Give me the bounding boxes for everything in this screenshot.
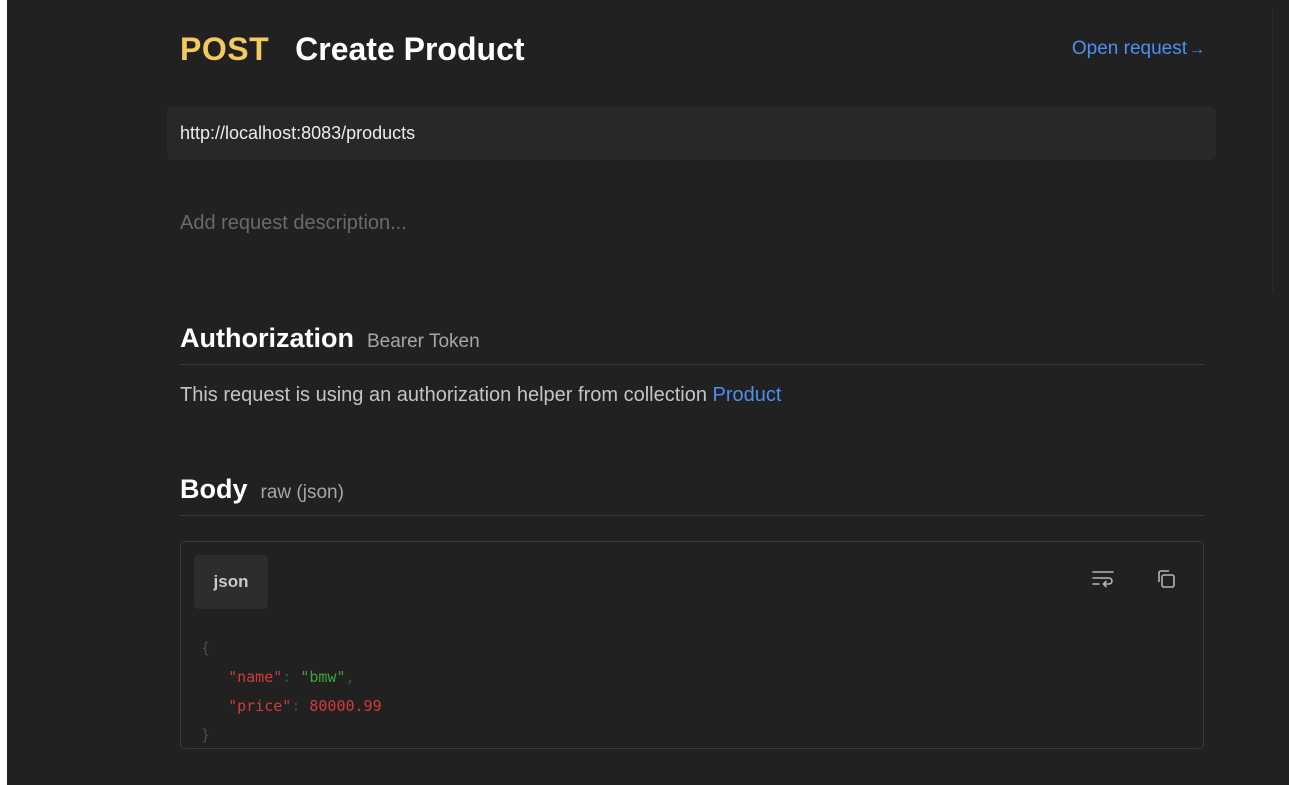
body-code-panel: json { "name": "bmw", "price": 80000.99 … (180, 541, 1204, 749)
request-url[interactable]: http://localhost:8083/products (167, 106, 1216, 160)
scroll-rail[interactable] (1272, 10, 1273, 292)
code-value-price: 80000.99 (309, 697, 382, 715)
request-method: POST (180, 30, 270, 67)
body-heading: Body (180, 474, 248, 504)
code-key-name: "name" (228, 668, 283, 686)
code-colon: : (291, 697, 310, 715)
body-mode: raw (json) (260, 482, 344, 503)
authorization-type: Bearer Token (366, 331, 480, 352)
code-value-name: "bmw" (300, 668, 346, 686)
wrap-lines-icon[interactable] (1090, 566, 1116, 592)
collection-link[interactable]: Product (713, 384, 782, 406)
arrow-right-icon: → (1189, 41, 1205, 58)
request-url-text: http://localhost:8083/products (180, 122, 416, 143)
language-badge: json (194, 555, 268, 609)
open-request-link[interactable]: Open request → (1072, 38, 1205, 60)
authorization-helper-text: This request is using an authorization h… (180, 384, 713, 406)
authorization-description: This request is using an authorization h… (180, 384, 781, 407)
code-key-price: "price" (228, 697, 292, 715)
authorization-section-header: Authorization Bearer Token (180, 323, 1204, 365)
json-code: { "name": "bmw", "price": 80000.99 } (201, 634, 382, 750)
authorization-heading: Authorization (180, 323, 354, 353)
code-colon: : (282, 668, 301, 686)
body-section-header: Body raw (json) (180, 474, 1204, 516)
open-request-label: Open request (1071, 38, 1187, 59)
code-close-brace: } (201, 726, 211, 744)
copy-icon[interactable] (1153, 566, 1179, 592)
request-header: POST Create Product Open request → (180, 28, 1205, 70)
code-comma: , (345, 668, 355, 686)
request-description[interactable]: Add request description... (180, 212, 407, 235)
code-open-brace: { (201, 639, 211, 657)
request-title: Create Product (295, 30, 525, 67)
